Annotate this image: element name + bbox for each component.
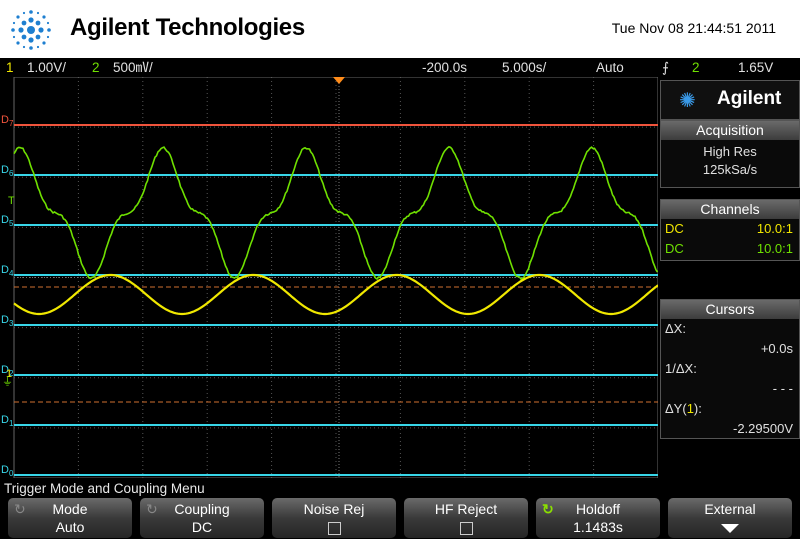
cursor-dy-label-row: ΔY(1): [661, 399, 799, 419]
cursor-inv-dx-value: - - - [772, 381, 793, 396]
channel2-coupling: DC [665, 241, 684, 256]
cursors-box[interactable]: Cursors ΔX: +0.0s 1/ΔX: - - - ΔY(1): -2.… [660, 299, 800, 439]
panel-brand-box: ✺ Agilent [660, 80, 800, 120]
trigger-level-marker[interactable]: T [8, 195, 15, 207]
waveform-display[interactable]: D7D6D5D4D3D2D1D0 T 1 ⏚ [0, 77, 658, 478]
channel1-row: DC 10.0:1 [661, 219, 799, 239]
softkey-hf-reject[interactable]: HF Reject [404, 498, 528, 538]
cursor-dx-value-row: +0.0s [661, 339, 799, 359]
ch2-scale[interactable]: 500㎷/ [113, 58, 153, 77]
cursor-inv-dx-label: 1/ΔX: [665, 361, 697, 376]
trigger-level[interactable]: 1.65V [738, 58, 773, 77]
acquisition-mode: High Res [703, 144, 757, 159]
cursors-title: Cursors [661, 300, 799, 319]
softkey-coupling-value: DC [191, 519, 213, 535]
softkey-holdoff-label: Holdoff [575, 501, 621, 517]
cursor-dy-value-row: -2.29500V [661, 419, 799, 439]
channel2-probe: 10.0:1 [756, 241, 793, 256]
channels-title: Channels [661, 200, 799, 219]
ground-icon: ⏚ [2, 375, 13, 388]
cursor-dx-label: ΔX: [665, 321, 686, 336]
acquisition-title: Acquisition [661, 121, 799, 140]
trigger-source[interactable]: 2 [692, 58, 700, 77]
noise-reject-checkbox[interactable] [327, 521, 341, 535]
menu-title: Trigger Mode and Coupling Menu [0, 480, 800, 497]
softkey-mode-value: Auto [55, 519, 85, 535]
softkey-coupling[interactable]: ↻ Coupling DC [140, 498, 264, 538]
acquisition-rate: 125kSa/s [702, 162, 758, 177]
cursor-dy-label: ΔY( [665, 401, 687, 416]
agilent-spark-small-icon: ✺ [679, 90, 696, 112]
channels-box[interactable]: Channels DC 10.0:1 DC 10.0:1 [660, 199, 800, 261]
softkey-external-label: External [704, 501, 756, 517]
softkey-holdoff[interactable]: ↻ Holdoff 1.1483s [536, 498, 660, 538]
date-time: Tue Nov 08 21:44:51 2011 [611, 20, 776, 36]
brand-name: Agilent Technologies [70, 14, 305, 41]
hf-reject-checkbox[interactable] [459, 521, 473, 535]
cursor-dx-value: +0.0s [760, 341, 793, 356]
horizontal-delay[interactable]: -200.0s [422, 58, 467, 77]
cursor-dy-value: -2.29500V [733, 421, 793, 436]
cursor-dy-channel: 1 [686, 401, 694, 416]
softkey-hf-reject-label: HF Reject [434, 501, 498, 517]
status-bar: 1 1.00V/ 2 500㎷/ -200.0s 5.000s/ Auto ⨍ … [0, 58, 800, 77]
trigger-edge-icon: ⨍ [662, 60, 670, 75]
cursor-dx-label-row: ΔX: [661, 319, 799, 339]
acquisition-box[interactable]: Acquisition High Res 125kSa/s [660, 120, 800, 188]
trigger-mode[interactable]: Auto [596, 58, 624, 77]
softkey-coupling-label: Coupling [174, 501, 230, 517]
cursor-dy-close: ): [693, 401, 702, 416]
cursor-inv-dx-value-row: - - - [661, 379, 799, 399]
ch1-scale[interactable]: 1.00V/ [27, 58, 66, 77]
info-panel: ✺ Agilent Acquisition High Res 125kSa/s … [660, 80, 800, 478]
ch1-number[interactable]: 1 [6, 58, 14, 77]
agilent-spark-logo [11, 10, 51, 50]
cursor-inv-dx-label-row: 1/ΔX: [661, 359, 799, 379]
softkey-noise-reject-label: Noise Rej [303, 501, 365, 517]
panel-brand: Agilent [717, 88, 782, 109]
channel2-row: DC 10.0:1 [661, 239, 799, 259]
submenu-arrow-icon [721, 524, 739, 533]
softkey-mode[interactable]: ↻ Mode Auto [8, 498, 132, 538]
softkey-external[interactable]: External [668, 498, 792, 538]
softkey-holdoff-value: 1.1483s [573, 519, 623, 535]
channel1-probe: 10.0:1 [756, 221, 793, 236]
softkey-mode-label: Mode [52, 501, 88, 517]
ch2-number[interactable]: 2 [92, 58, 100, 77]
title-bar: Agilent Technologies Tue Nov 08 21:44:51… [0, 0, 800, 58]
channel1-coupling: DC [665, 221, 684, 236]
softkey-noise-reject[interactable]: Noise Rej [272, 498, 396, 538]
timebase[interactable]: 5.000s/ [502, 58, 546, 77]
